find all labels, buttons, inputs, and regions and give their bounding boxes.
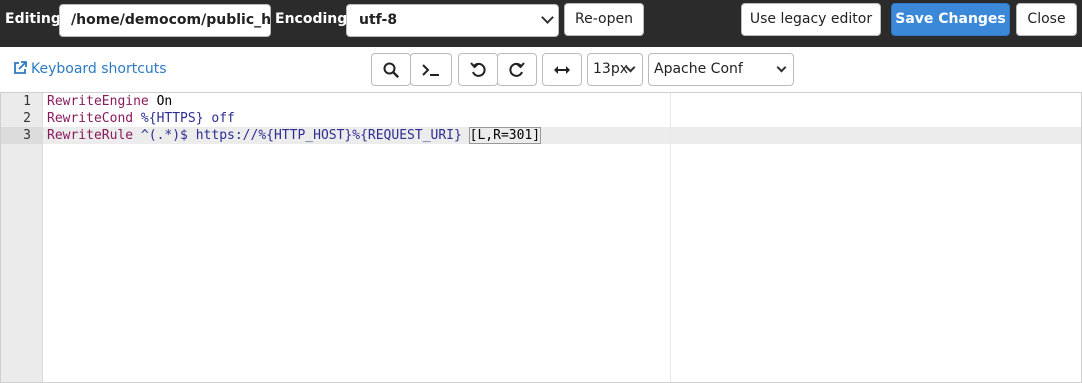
print-margin [670,93,671,382]
search-icon [383,62,399,78]
undo-button[interactable] [458,53,498,86]
wrap-icon [554,65,570,74]
code-line[interactable]: RewriteEngine On [47,93,172,110]
close-button[interactable]: Close [1016,3,1077,36]
syntax-mode-value: Apache Conf [654,61,743,77]
chevron-down-icon [776,62,787,73]
syntax-mode-select[interactable]: Apache Conf [648,53,794,86]
directive-token: RewriteEngine [47,94,149,109]
variable-token: %{HTTPS} [133,111,204,126]
terminal-icon [422,63,439,76]
word-wrap-button[interactable] [542,53,582,86]
line-number: 2 [23,111,31,126]
save-changes-button[interactable]: Save Changes [891,3,1010,36]
search-button[interactable] [371,53,411,86]
keyboard-shortcuts-label: Keyboard shortcuts [31,61,167,77]
font-size-value: 13px [593,61,628,77]
directive-token: RewriteCond [47,111,134,126]
text-cursor [540,127,542,142]
undo-icon [470,61,486,77]
pattern-token: ^(.*)$ [133,128,188,143]
target-token: https://%{HTTP_HOST}%{REQUEST_URI} [187,128,462,143]
encoding-select[interactable]: utf-8 [346,4,559,37]
encoding-value: utf-8 [359,12,398,28]
goto-line-button[interactable] [410,53,452,86]
redo-icon [509,61,525,77]
font-size-select[interactable]: 13px [587,53,643,86]
encoding-label: Encoding: [275,11,353,27]
editing-label: Editing: [5,11,67,27]
code-line[interactable]: RewriteRule ^(.*)$ https://%{HTTP_HOST}%… [47,127,542,144]
argument-token: On [148,94,173,109]
flags-token: [L,R=301] [468,127,542,144]
chevron-down-icon [541,11,554,24]
file-path-value: /home/democom/public_h [71,12,271,28]
legacy-editor-button[interactable]: Use legacy editor [741,3,881,36]
line-number: 3 [23,128,31,143]
external-link-icon [14,61,27,74]
line-number: 1 [23,94,31,109]
reopen-button[interactable]: Re-open [564,3,644,36]
code-editor[interactable]: 1 2 3 RewriteEngine On RewriteCond %{HTT… [0,92,1082,383]
argument-token: off [203,111,235,126]
directive-token: RewriteRule [47,128,134,143]
code-line[interactable]: RewriteCond %{HTTPS} off [47,110,235,127]
keyboard-shortcuts-link[interactable]: Keyboard shortcuts [13,61,167,77]
editor-header-bar: Editing: /home/democom/public_h Encoding… [0,0,1082,47]
redo-button[interactable] [497,53,537,86]
file-path-field[interactable]: /home/democom/public_h [59,4,271,37]
